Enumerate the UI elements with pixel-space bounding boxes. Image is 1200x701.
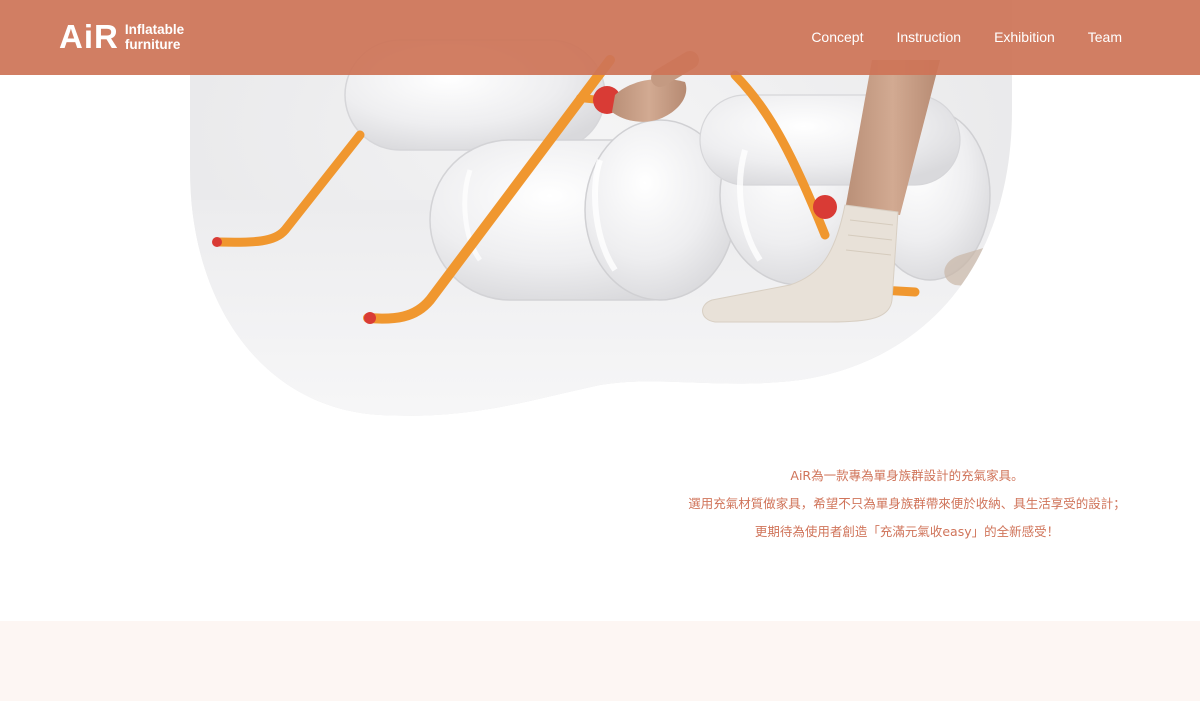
logo[interactable]: AiR Inflatable furniture xyxy=(59,20,184,53)
page: AiR Inflatable furniture Concept Instruc… xyxy=(0,0,1200,701)
footer-band xyxy=(0,621,1200,701)
logo-tagline-line1: Inflatable xyxy=(124,21,185,37)
nav-concept[interactable]: Concept xyxy=(811,29,863,45)
intro-line: AiR為一款專為單身族群設計的充氣家具。 xyxy=(790,468,1024,483)
intro-text: AiR為一款專為單身族群設計的充氣家具。 選用充氣材質做家具，希望不只為單身族群… xyxy=(660,462,1154,546)
logo-tagline-line2: furniture xyxy=(124,36,181,52)
intro-line: 更期待為使用者創造「充滿元氣收easy」的全新感受！ xyxy=(754,524,1060,539)
nav-team[interactable]: Team xyxy=(1088,29,1122,45)
logo-tagline: Inflatable furniture xyxy=(125,22,184,52)
logo-mark: AiR xyxy=(59,18,119,55)
site-header: AiR Inflatable furniture Concept Instruc… xyxy=(0,0,1200,75)
nav-instruction[interactable]: Instruction xyxy=(896,29,961,45)
main-nav: Concept Instruction Exhibition Team xyxy=(778,29,1122,45)
intro-line: 選用充氣材質做家具，希望不只為單身族群帶來便於收納、具生活享受的設計； xyxy=(688,496,1126,511)
nav-exhibition[interactable]: Exhibition xyxy=(994,29,1055,45)
